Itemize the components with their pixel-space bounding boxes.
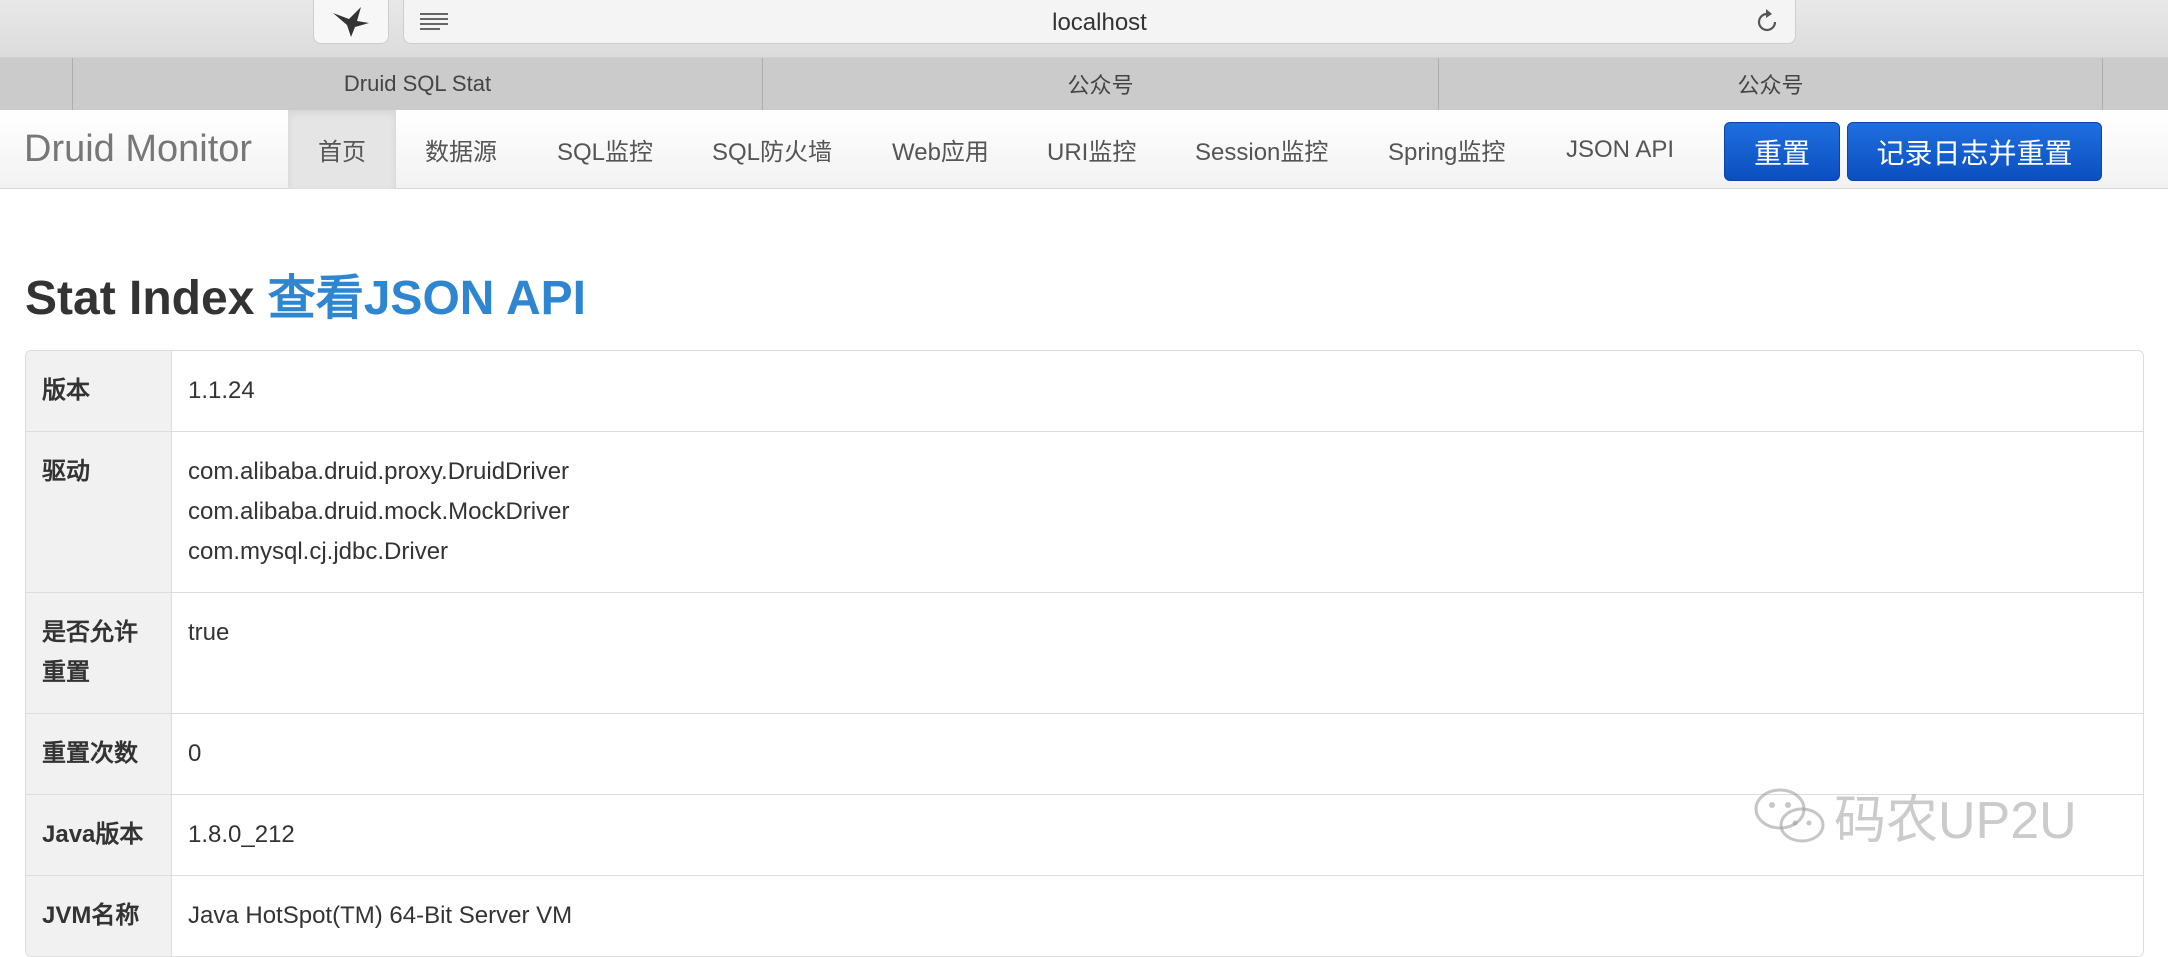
- nav-uri-monitor[interactable]: URI监控: [1017, 110, 1166, 189]
- row-value: true: [172, 593, 2143, 713]
- row-label: JVM名称: [26, 876, 172, 956]
- row-value: com.alibaba.druid.proxy.DruidDriver com.…: [172, 432, 2143, 592]
- nav-sql-monitor[interactable]: SQL监控: [527, 110, 683, 189]
- row-value: Java HotSpot(TM) 64-Bit Server VM: [172, 876, 2143, 956]
- nav-datasource[interactable]: 数据源: [395, 110, 527, 189]
- browser-toolbar: localhost: [0, 0, 2168, 58]
- nav-spring-monitor[interactable]: Spring监控: [1358, 110, 1535, 189]
- log-and-reset-button[interactable]: 记录日志并重置: [1847, 122, 2102, 181]
- reset-button[interactable]: 重置: [1724, 122, 1840, 181]
- nav-label: 首页: [318, 139, 366, 166]
- nav-label: SQL监控: [557, 139, 654, 166]
- nav-label: SQL防火墙: [712, 139, 833, 166]
- browser-tab-bar: Druid SQL Stat 公众号 公众号: [0, 58, 2168, 110]
- table-row: JVM名称 Java HotSpot(TM) 64-Bit Server VM: [26, 875, 2143, 956]
- nav-session-monitor[interactable]: Session监控: [1165, 110, 1358, 189]
- nav-label: 数据源: [425, 139, 497, 166]
- page-title: Stat Index 查看JSON API: [25, 258, 586, 328]
- stat-index-table: 版本 1.1.24 驱动 com.alibaba.druid.proxy.Dru…: [25, 350, 2144, 957]
- watermark: 码农UP2U: [1752, 778, 2077, 853]
- nav-label: Web应用: [892, 139, 989, 166]
- nav-sql-firewall[interactable]: SQL防火墙: [682, 110, 862, 189]
- value-text: com.alibaba.druid.mock.MockDriver: [188, 498, 570, 525]
- value-text: 0: [188, 740, 202, 767]
- value-text: com.alibaba.druid.proxy.DruidDriver: [188, 458, 570, 485]
- value-text: true: [188, 619, 230, 646]
- table-row: 驱动 com.alibaba.druid.proxy.DruidDriver c…: [26, 431, 2143, 592]
- tab-spacer: [0, 58, 72, 110]
- row-value: 1.1.24: [172, 351, 2143, 431]
- nav-label: JSON API: [1566, 135, 1675, 163]
- tab-label: 公众号: [1067, 73, 1134, 98]
- nav-label: URI监控: [1047, 139, 1137, 166]
- page-title-text: Stat Index: [25, 272, 255, 325]
- nav-label: Spring监控: [1388, 139, 1506, 166]
- nav-home[interactable]: 首页: [288, 110, 396, 189]
- tab-spacer-right: [2102, 58, 2168, 110]
- nav-web-app[interactable]: Web应用: [862, 110, 1019, 189]
- wechat-icon: [1754, 788, 1825, 842]
- table-row: 版本 1.1.24: [26, 351, 2143, 431]
- tab-gongzhonghao-2[interactable]: 公众号: [1438, 58, 2102, 110]
- row-label: Java版本: [26, 795, 172, 875]
- browser-extension-button[interactable]: [313, 0, 389, 44]
- tab-druid-sql-stat[interactable]: Druid SQL Stat: [72, 58, 762, 110]
- value-text: 1.1.24: [188, 377, 255, 404]
- tab-label: Druid SQL Stat: [343, 71, 492, 96]
- reload-icon[interactable]: [1753, 8, 1781, 36]
- bird-icon: [333, 6, 369, 37]
- value-text: Java HotSpot(TM) 64-Bit Server VM: [188, 902, 573, 929]
- tab-label: 公众号: [1737, 73, 1804, 98]
- row-label: 重置次数: [26, 714, 172, 794]
- value-text: com.mysql.cj.jdbc.Driver: [188, 538, 449, 565]
- row-label: 驱动: [26, 432, 172, 592]
- tab-gongzhonghao-1[interactable]: 公众号: [762, 58, 1438, 110]
- brand-logo[interactable]: Druid Monitor: [24, 128, 252, 171]
- row-label: 版本: [26, 351, 172, 431]
- druid-navbar: Druid Monitor 首页 数据源 SQL监控 SQL防火墙 Web应用 …: [0, 110, 2168, 189]
- url-text: localhost: [1052, 9, 1147, 36]
- row-label: 是否允许重置: [26, 593, 172, 713]
- view-json-api-link[interactable]: 查看JSON API: [268, 272, 586, 325]
- address-bar[interactable]: localhost: [403, 0, 1796, 44]
- table-row: 是否允许重置 true: [26, 592, 2143, 713]
- watermark-text: 码农UP2U: [1834, 792, 2077, 850]
- nav-label: Session监控: [1195, 139, 1329, 166]
- nav-json-api[interactable]: JSON API: [1536, 110, 1704, 189]
